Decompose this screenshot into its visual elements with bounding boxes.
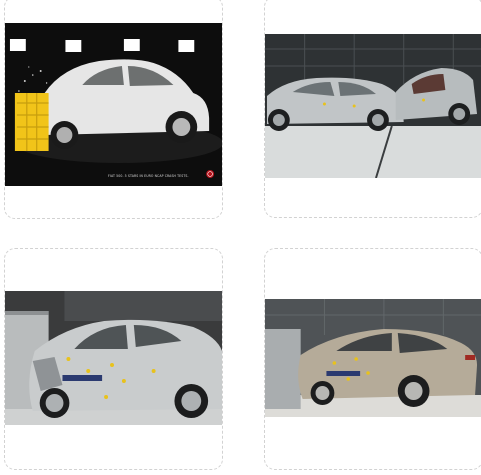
side-impact-crash-photo <box>265 34 481 178</box>
crash-test-gallery: FIAT 500. 5 STARS IN EURO NCAP CRASH TES… <box>0 0 481 475</box>
gallery-card-2[interactable] <box>264 0 481 218</box>
gallery-card-4[interactable] <box>264 248 481 470</box>
fiat-ad-caption: FIAT 500. 5 STARS IN EURO NCAP CRASH TES… <box>108 174 189 178</box>
gold-sedan-crash-photo <box>265 299 481 417</box>
fiat-500-crash-photo: FIAT 500. 5 STARS IN EURO NCAP CRASH TES… <box>5 23 222 186</box>
gallery-card-3[interactable] <box>4 248 223 470</box>
gallery-card-1[interactable]: FIAT 500. 5 STARS IN EURO NCAP CRASH TES… <box>4 0 223 219</box>
silver-sedan-crash-photo <box>5 291 222 425</box>
